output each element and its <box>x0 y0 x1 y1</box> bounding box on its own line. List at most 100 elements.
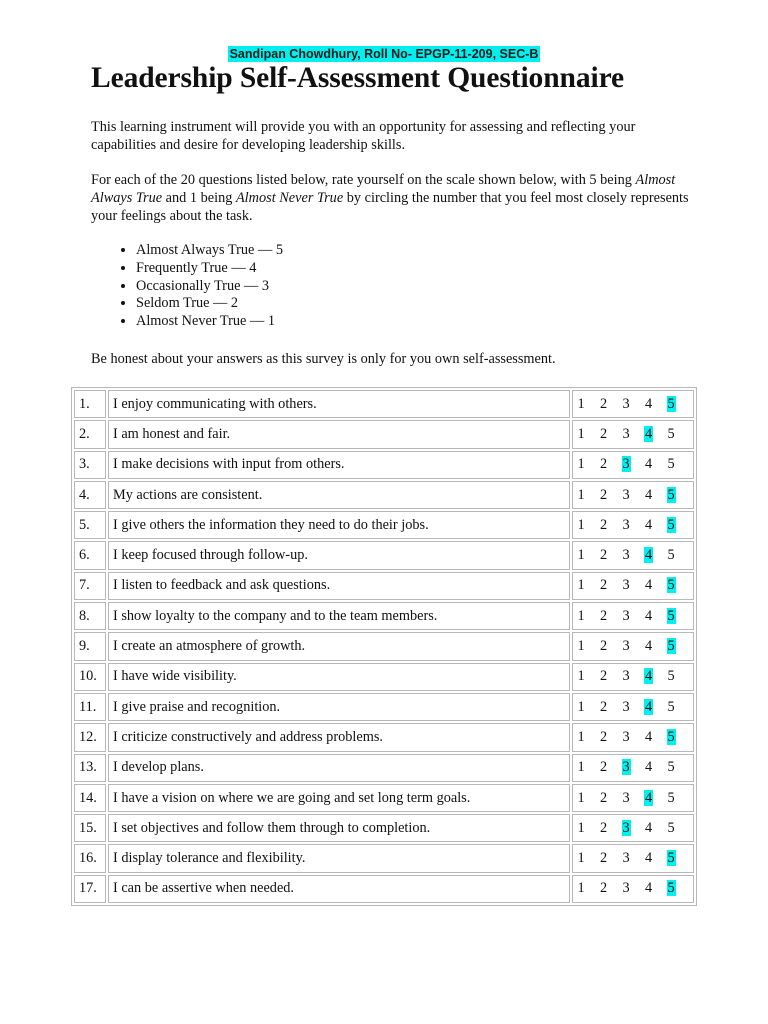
rating-option-3[interactable]: 3 <box>621 456 631 473</box>
rating-option-2[interactable]: 2 <box>599 426 608 442</box>
rating-option-5[interactable]: 5 <box>667 426 676 442</box>
rating-option-1[interactable]: 1 <box>577 668 586 684</box>
rating-option-3[interactable]: 3 <box>622 426 631 442</box>
rating-option-2[interactable]: 2 <box>599 396 608 412</box>
rating-option-2[interactable]: 2 <box>599 487 608 503</box>
question-text: I set objectives and follow them through… <box>108 814 570 843</box>
rating-option-1[interactable]: 1 <box>577 426 586 442</box>
rating-option-1[interactable]: 1 <box>577 577 586 593</box>
rating-option-1[interactable]: 1 <box>577 820 586 836</box>
rating-option-5[interactable]: 5 <box>666 516 676 533</box>
rating-option-2[interactable]: 2 <box>599 638 608 654</box>
rating-option-3[interactable]: 3 <box>622 880 631 896</box>
rating-option-3[interactable]: 3 <box>622 577 631 593</box>
rating-option-3[interactable]: 3 <box>621 819 631 836</box>
rating-option-4[interactable]: 4 <box>644 880 653 896</box>
rating-option-wrap: 5 <box>666 577 690 594</box>
rating-option-5[interactable]: 5 <box>666 577 676 594</box>
question-text: I display tolerance and flexibility. <box>108 844 570 873</box>
rating-option-1[interactable]: 1 <box>577 790 586 806</box>
question-number: 3. <box>74 450 106 479</box>
rating-option-1[interactable]: 1 <box>577 880 586 896</box>
rating-option-wrap: 1 <box>577 396 600 413</box>
rating-option-4[interactable]: 4 <box>644 487 653 503</box>
rating-option-3[interactable]: 3 <box>622 850 631 866</box>
question-text: I have a vision on where we are going an… <box>108 783 570 813</box>
question-text: I give praise and recognition. <box>108 692 570 722</box>
rating-option-2[interactable]: 2 <box>599 668 608 684</box>
rating-option-1[interactable]: 1 <box>577 729 586 745</box>
rating-option-4[interactable]: 4 <box>644 789 654 806</box>
question-row: 12. I criticize constructively and addres… <box>74 723 694 752</box>
rating-option-1[interactable]: 1 <box>577 517 586 533</box>
rating-option-4[interactable]: 4 <box>644 396 653 412</box>
rating-option-wrap: 5 <box>666 638 690 655</box>
rating-option-4[interactable]: 4 <box>644 759 653 775</box>
rating-option-4[interactable]: 4 <box>644 547 654 564</box>
rating-option-5[interactable]: 5 <box>667 456 676 472</box>
rating-option-3[interactable]: 3 <box>622 638 631 654</box>
rating-option-4[interactable]: 4 <box>644 638 653 654</box>
rating-option-4[interactable]: 4 <box>644 668 654 685</box>
rating-option-4[interactable]: 4 <box>644 456 653 472</box>
rating-option-3[interactable]: 3 <box>622 608 631 624</box>
rating-option-3[interactable]: 3 <box>622 699 631 715</box>
rating-option-1[interactable]: 1 <box>577 396 586 412</box>
rating-option-2[interactable]: 2 <box>599 820 608 836</box>
rating-option-5[interactable]: 5 <box>666 850 676 867</box>
rating-option-4[interactable]: 4 <box>644 729 653 745</box>
rating-option-3[interactable]: 3 <box>622 396 631 412</box>
rating-option-5[interactable]: 5 <box>667 759 676 775</box>
rating-option-3[interactable]: 3 <box>622 668 631 684</box>
rating-option-5[interactable]: 5 <box>667 820 676 836</box>
rating-option-4[interactable]: 4 <box>644 820 653 836</box>
rating-option-2[interactable]: 2 <box>599 759 608 775</box>
rating-option-5[interactable]: 5 <box>666 728 676 745</box>
rating-option-1[interactable]: 1 <box>577 487 586 503</box>
rating-cell: 12345 <box>571 632 694 661</box>
rating-option-2[interactable]: 2 <box>599 729 608 745</box>
rating-option-2[interactable]: 2 <box>599 608 608 624</box>
rating-option-5[interactable]: 5 <box>667 668 676 684</box>
rating-option-wrap: 4 <box>644 668 667 685</box>
rating-option-3[interactable]: 3 <box>622 729 631 745</box>
rating-option-2[interactable]: 2 <box>599 547 608 563</box>
rating-option-2[interactable]: 2 <box>599 517 608 533</box>
rating-option-wrap: 2 <box>599 487 622 504</box>
rating-option-2[interactable]: 2 <box>599 699 608 715</box>
rating-option-3[interactable]: 3 <box>622 790 631 806</box>
rating-option-5[interactable]: 5 <box>667 547 676 563</box>
rating-option-4[interactable]: 4 <box>644 698 654 715</box>
rating-option-3[interactable]: 3 <box>622 547 631 563</box>
rating-option-3[interactable]: 3 <box>622 517 631 533</box>
rating-option-4[interactable]: 4 <box>644 425 654 442</box>
rating-option-4[interactable]: 4 <box>644 577 653 593</box>
rating-option-1[interactable]: 1 <box>577 456 586 472</box>
rating-option-2[interactable]: 2 <box>599 880 608 896</box>
rating-option-2[interactable]: 2 <box>599 577 608 593</box>
rating-option-1[interactable]: 1 <box>577 547 586 563</box>
rating-option-1[interactable]: 1 <box>577 638 586 654</box>
rating-option-1[interactable]: 1 <box>577 759 586 775</box>
question-row: 3. I make decisions with input from other… <box>74 450 694 479</box>
rating-option-5[interactable]: 5 <box>666 395 676 412</box>
rating-option-2[interactable]: 2 <box>599 850 608 866</box>
rating-option-5[interactable]: 5 <box>667 699 676 715</box>
rating-option-3[interactable]: 3 <box>621 759 631 776</box>
rating-option-1[interactable]: 1 <box>577 608 586 624</box>
rating-option-1[interactable]: 1 <box>577 699 586 715</box>
rating-option-5[interactable]: 5 <box>666 607 676 624</box>
rating-option-2[interactable]: 2 <box>599 790 608 806</box>
question-text: I create an atmosphere of growth. <box>108 632 570 661</box>
rating-option-5[interactable]: 5 <box>666 486 676 503</box>
rating-option-4[interactable]: 4 <box>644 608 653 624</box>
rating-option-4[interactable]: 4 <box>644 517 653 533</box>
rating-option-3[interactable]: 3 <box>622 487 631 503</box>
rating-option-5[interactable]: 5 <box>666 638 676 655</box>
rating-option-2[interactable]: 2 <box>599 456 608 472</box>
rating-option-4[interactable]: 4 <box>644 850 653 866</box>
rating-option-5[interactable]: 5 <box>666 880 676 897</box>
rating-option-5[interactable]: 5 <box>667 790 676 806</box>
scale-item: Frequently True — 4 <box>136 260 283 278</box>
rating-option-1[interactable]: 1 <box>577 850 586 866</box>
